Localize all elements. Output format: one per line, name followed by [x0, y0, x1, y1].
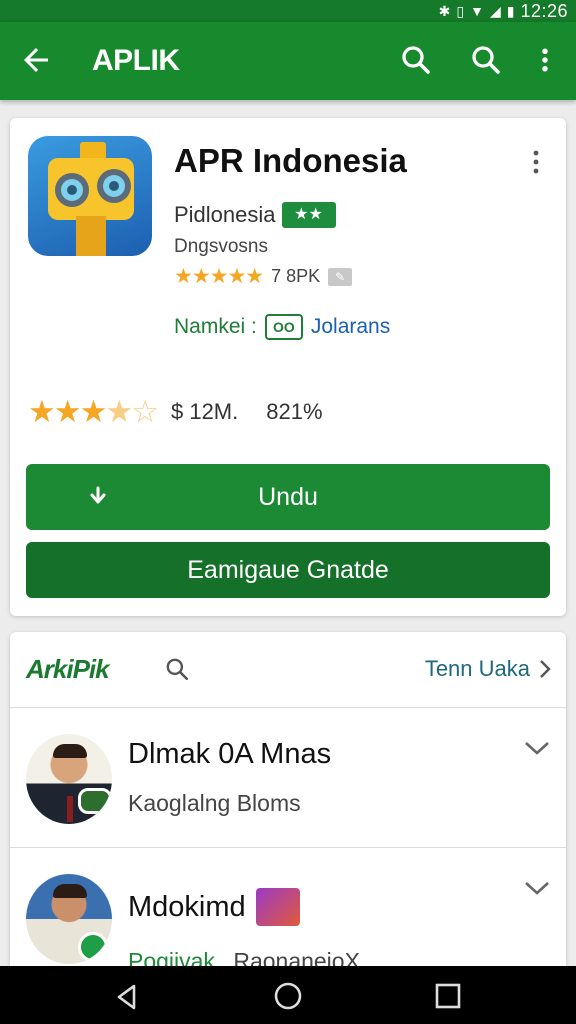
rating-row: ★★★★★ 7 8PK ✎ — [174, 264, 353, 289]
robot-app-icon — [48, 142, 134, 256]
related-apps-card: ArkiPik Tenn Uaka Dlmak 0A Mnas Kaoglaln… — [10, 632, 566, 972]
stats-row: ★★★★☆ $ 12M. 821% — [28, 394, 323, 430]
section-header: ArkiPik Tenn Uaka — [10, 632, 566, 708]
maker-row: Namkei : OO Jolarans — [174, 314, 390, 340]
star-icon: ★ — [28, 394, 56, 429]
nav-recents-icon[interactable] — [434, 982, 462, 1010]
list-item[interactable]: Mdokimd Pogjivak. RaonaneioX — [10, 848, 566, 972]
whatsapp-icon — [78, 932, 108, 962]
review-count: 7 8PK — [271, 266, 321, 286]
badge-icon — [78, 788, 112, 814]
status-icons: ✱ ▯ ▼ ◢ ▮ 12:26 — [439, 1, 568, 21]
app-name: APR Indonesia — [174, 142, 407, 179]
secondary-button[interactable]: Eamigaue Gnatde — [26, 542, 550, 598]
list-item[interactable]: Dlmak 0A Mnas Kaoglalng Bloms — [10, 708, 566, 848]
status-time: 12:26 — [520, 0, 568, 21]
chevron-down-icon[interactable] — [522, 878, 552, 898]
item-title-row: Mdokimd — [128, 888, 300, 926]
app-category: Dngsvosns — [174, 236, 268, 257]
developer-badge: ★★ — [281, 202, 336, 228]
arrow-back-icon[interactable] — [18, 42, 54, 78]
nav-home-icon[interactable] — [272, 980, 304, 1012]
download-icon — [90, 486, 106, 504]
maker-badge: OO — [264, 314, 303, 340]
install-button[interactable]: Undu — [26, 464, 550, 530]
item-title: Mdokimd — [128, 890, 246, 923]
developer-row: Pidlonesia ★★ — [174, 202, 336, 228]
chevron-right-icon — [540, 660, 551, 678]
nav-back-icon[interactable] — [112, 982, 142, 1012]
app-icon — [28, 136, 152, 256]
app-bar-title: APLIK — [92, 44, 180, 77]
more-vert-icon[interactable] — [526, 148, 546, 176]
more-vert-icon[interactable] — [530, 42, 560, 78]
developer-name[interactable]: Pidlonesia — [174, 202, 276, 228]
price: $ 12M. — [170, 399, 239, 424]
review-icon: ✎ — [328, 267, 353, 286]
avatar — [26, 874, 112, 964]
star-icon: ★ — [79, 394, 108, 429]
app-detail-card: APR Indonesia Pidlonesia ★★ Dngsvosns ★★… — [10, 118, 566, 616]
chevron-down-icon[interactable] — [522, 738, 552, 758]
bluetooth-icon: ✱ — [438, 3, 451, 19]
star-rating-icon: ★★★★★ — [174, 265, 264, 288]
rating-stars: ★★★★☆ — [28, 394, 159, 430]
star-outline-icon: ☆ — [131, 394, 159, 429]
battery-icon: ▮ — [506, 3, 515, 19]
media-icon — [255, 888, 300, 926]
percent: 821% — [266, 399, 323, 424]
maker-label: Namkei : — [174, 315, 257, 338]
star-half-icon: ★ — [105, 394, 133, 429]
search-icon[interactable] — [398, 42, 434, 78]
star-icon: ★ — [53, 394, 82, 429]
avatar — [26, 734, 112, 824]
see-all-label: Tenn Uaka — [424, 656, 530, 681]
item-title: Dlmak 0A Mnas — [128, 738, 332, 770]
status-bar: ✱ ▯ ▼ ◢ ▮ 12:26 — [0, 0, 576, 22]
app-bar: APLIK — [0, 22, 576, 100]
see-all-link[interactable]: Tenn Uaka — [425, 656, 552, 682]
brand-logo: ArkiPik — [26, 654, 110, 684]
vibrate-icon: ▯ — [456, 3, 465, 19]
wifi-icon: ▼ — [470, 3, 484, 19]
signal-icon: ◢ — [489, 3, 501, 19]
search-icon[interactable] — [468, 42, 504, 78]
item-subtitle: Kaoglalng Bloms — [128, 790, 301, 816]
install-label: Undu — [258, 483, 318, 511]
search-icon[interactable] — [164, 656, 190, 682]
maker-link[interactable]: Jolarans — [311, 315, 390, 339]
system-nav-bar — [0, 966, 576, 1024]
